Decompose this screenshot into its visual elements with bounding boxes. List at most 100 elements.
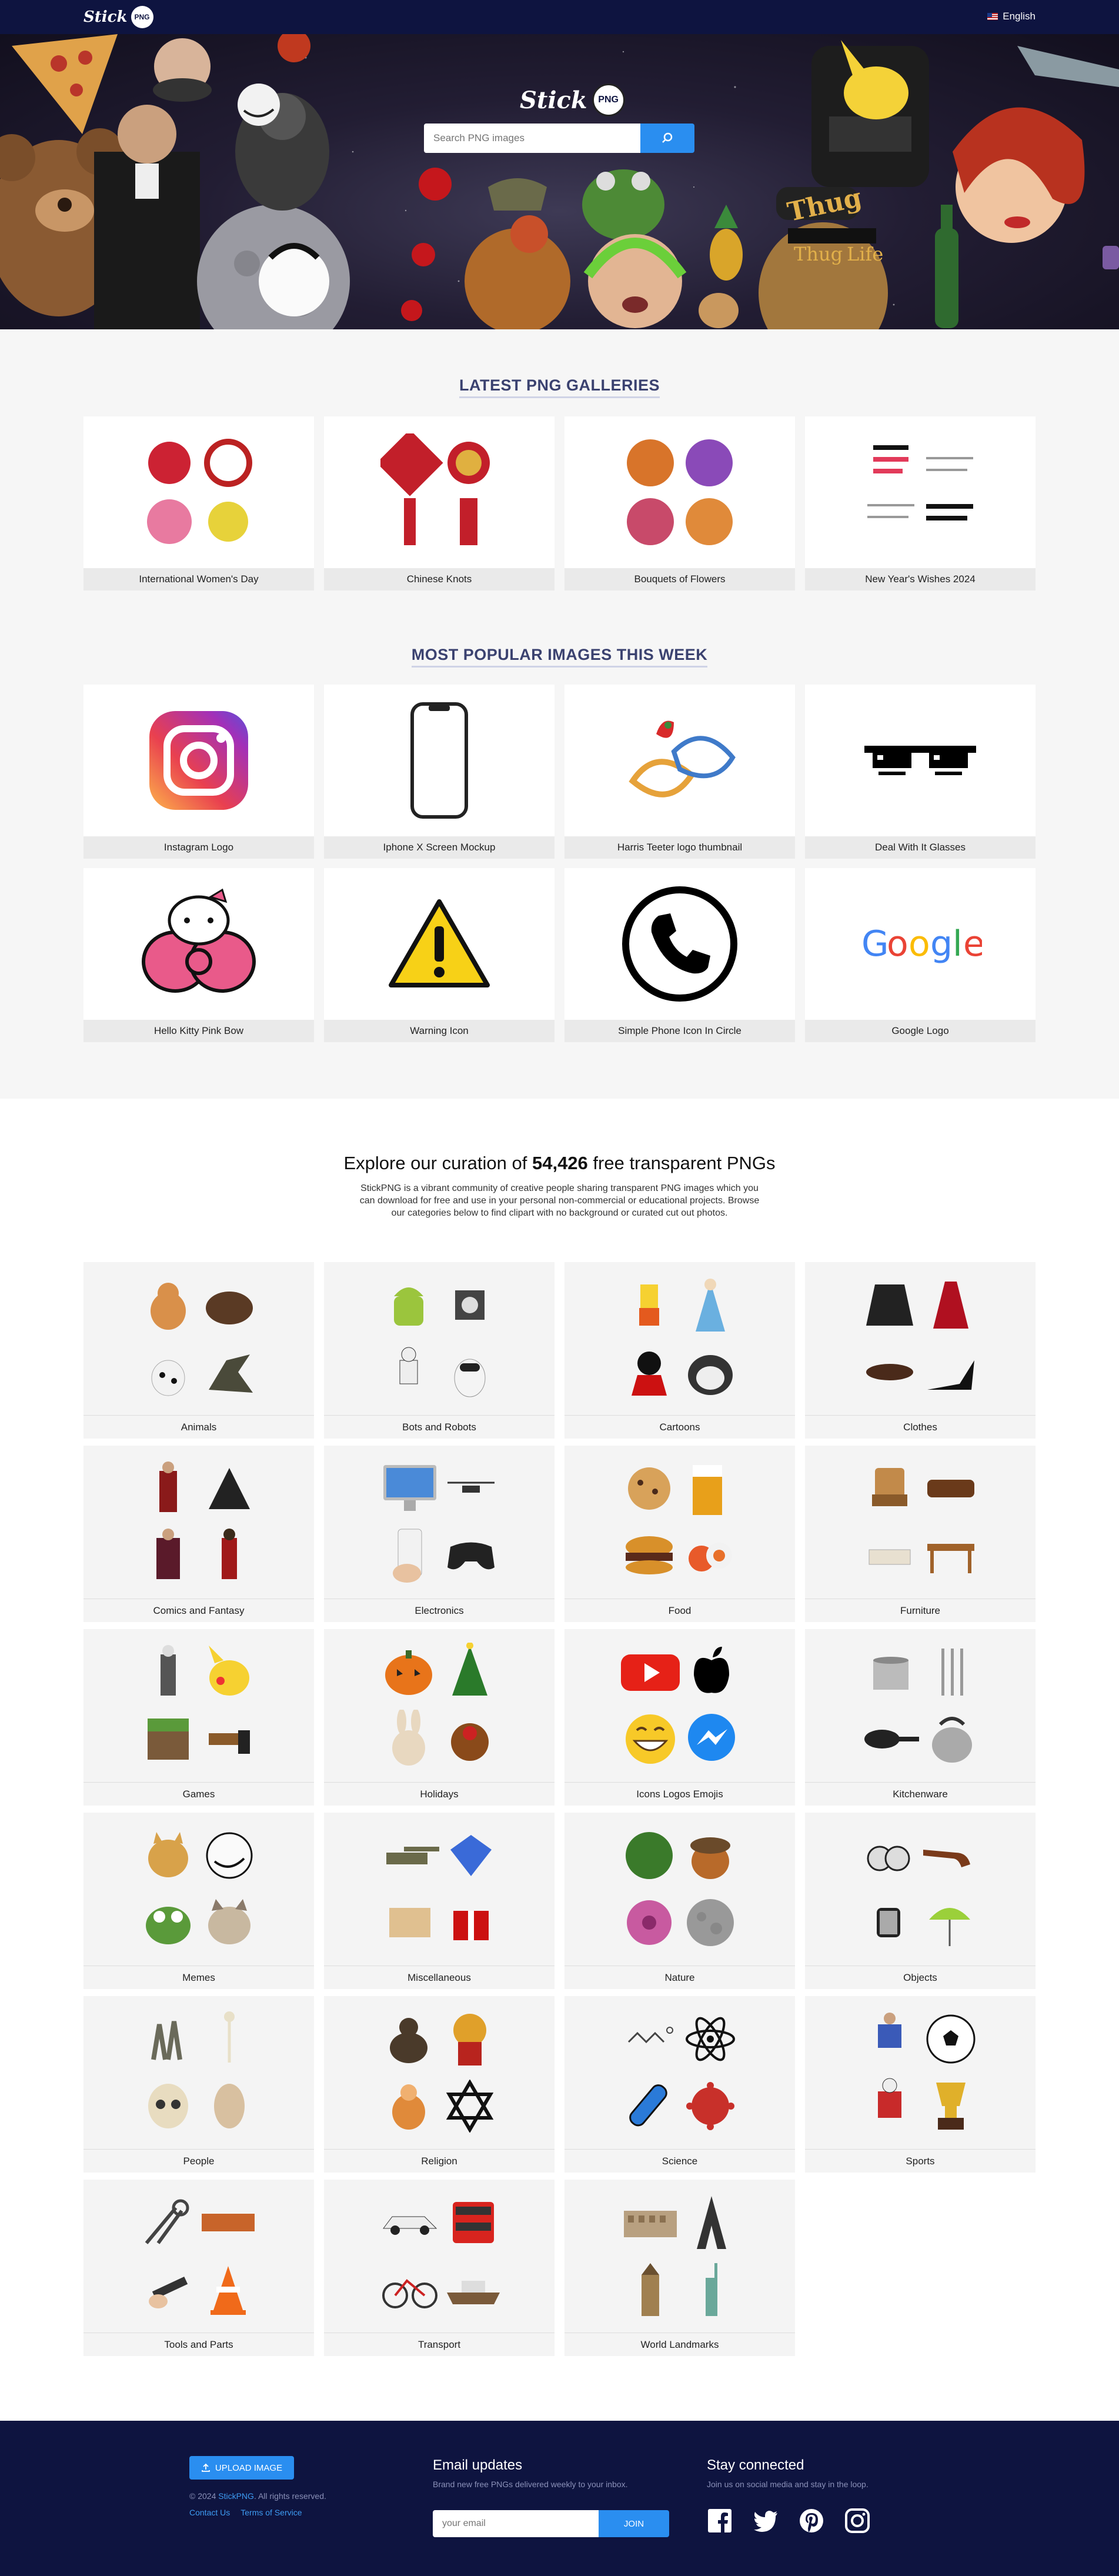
gallery-card[interactable]: Bouquets of Flowers <box>564 416 795 590</box>
rage-face-image <box>259 243 329 316</box>
email-input[interactable] <box>433 2510 599 2537</box>
explore-intro: Explore our curation of 54,426 free tran… <box>0 1153 1119 1219</box>
hello-kitty-bow-image <box>142 888 256 993</box>
category-card-kitchenware[interactable]: Kitchenware <box>805 1629 1036 1806</box>
category-label: People <box>83 2149 314 2173</box>
category-card-electronics[interactable]: Electronics <box>324 1446 555 1622</box>
category-card-animals[interactable]: Animals <box>83 1262 314 1439</box>
popular-card[interactable]: Warning Icon <box>324 868 555 1042</box>
apple-icon <box>694 1647 729 1693</box>
social-links <box>707 2508 870 2534</box>
category-card-miscellaneous[interactable]: Miscellaneous <box>324 1813 555 1989</box>
hero-banner: Thug Thug Life Stick PNG <box>0 34 1119 329</box>
search-button[interactable] <box>640 124 694 153</box>
phone-circle-icon <box>622 886 737 1002</box>
gallery-thumb <box>564 416 795 568</box>
bouquets-image <box>627 439 733 545</box>
copyright: © 2024 StickPNG. All rights reserved. <box>189 2491 326 2501</box>
site-logo[interactable]: Stick PNG <box>83 6 153 28</box>
category-card-science[interactable]: Science <box>564 1996 795 2173</box>
category-label: Sports <box>805 2149 1036 2173</box>
beer-bottle-image <box>935 205 958 328</box>
instagram-logo-icon <box>149 711 248 810</box>
category-card-holidays[interactable]: Holidays <box>324 1629 555 1806</box>
search-bar <box>424 124 694 153</box>
gallery-card[interactable]: Chinese Knots <box>324 416 555 590</box>
category-card-food[interactable]: Food <box>564 1446 795 1622</box>
category-label: Nature <box>564 1966 795 1989</box>
popular-card[interactable]: Instagram Logo <box>83 685 314 859</box>
stay-connected-subtitle: Join us on social media and stay in the … <box>707 2480 869 2489</box>
category-label: World Landmarks <box>564 2333 795 2356</box>
category-card-nature[interactable]: Nature <box>564 1813 795 1989</box>
hero-collage: Thug Thug Life <box>0 34 1119 329</box>
rooster-image <box>465 178 570 329</box>
category-card-objects[interactable]: Objects <box>805 1813 1036 1989</box>
pineapple-image <box>710 205 743 281</box>
popular-card[interactable]: Google Google Logo <box>805 868 1036 1042</box>
category-card-cartoons[interactable]: Cartoons <box>564 1262 795 1439</box>
category-card-bots-and-robots[interactable]: Bots and Robots <box>324 1262 555 1439</box>
gallery-label: New Year's Wishes 2024 <box>805 568 1036 590</box>
footer-links: Contact Us Terms of Service <box>189 2508 302 2517</box>
category-card-comics-and-fantasy[interactable]: Comics and Fantasy <box>83 1446 314 1622</box>
category-label: Holidays <box>324 1782 555 1806</box>
gallery-card[interactable]: New Year's Wishes 2024 <box>805 416 1036 590</box>
category-label: Electronics <box>324 1599 555 1622</box>
contact-us-link[interactable]: Contact Us <box>189 2508 230 2517</box>
join-button[interactable]: JOIN <box>599 2510 669 2537</box>
pizza-image <box>12 34 118 134</box>
gallery-thumb <box>83 416 314 568</box>
instagram-icon[interactable] <box>844 2508 870 2534</box>
category-card-world-landmarks[interactable]: World Landmarks <box>564 2180 795 2356</box>
upload-icon <box>201 2463 210 2472</box>
popular-card[interactable]: Hello Kitty Pink Bow <box>83 868 314 1042</box>
gallery-card[interactable]: International Women's Day <box>83 416 314 590</box>
language-selector[interactable]: English <box>987 11 1036 22</box>
popular-label: Harris Teeter logo thumbnail <box>564 836 795 859</box>
face-meme-image <box>153 38 212 102</box>
eiffel-tower-icon <box>697 2196 726 2249</box>
upload-image-button[interactable]: UPLOAD IMAGE <box>189 2456 294 2480</box>
category-card-sports[interactable]: Sports <box>805 1996 1036 2173</box>
frog-image <box>582 169 664 240</box>
category-card-transport[interactable]: Transport <box>324 2180 555 2356</box>
facebook-icon[interactable] <box>707 2508 733 2534</box>
pinterest-icon[interactable] <box>799 2508 824 2534</box>
troll-face-image <box>238 84 280 126</box>
category-label: Tools and Parts <box>83 2333 314 2356</box>
category-card-religion[interactable]: Religion <box>324 1996 555 2173</box>
person-headphones-image <box>583 234 687 328</box>
popular-card[interactable]: Iphone X Screen Mockup <box>324 685 555 859</box>
gallery-thumb <box>805 416 1036 568</box>
category-card-memes[interactable]: Memes <box>83 1813 314 1989</box>
terms-of-service-link[interactable]: Terms of Service <box>240 2508 302 2517</box>
pinup-woman-image <box>953 107 1085 243</box>
galleries-title: LATEST PNG GALLERIES <box>0 376 1119 398</box>
category-card-icons-logos-emojis[interactable]: Icons Logos Emojis <box>564 1629 795 1806</box>
category-label: Clothes <box>805 1415 1036 1439</box>
explore-description: StickPNG is a vibrant community of creat… <box>359 1183 760 1218</box>
category-label: Furniture <box>805 1599 1036 1622</box>
popular-card[interactable]: Deal With It Glasses <box>805 685 1036 859</box>
category-card-clothes[interactable]: Clothes <box>805 1262 1036 1439</box>
brand-link[interactable]: StickPNG <box>218 2491 254 2501</box>
popular-label: Google Logo <box>805 1020 1036 1042</box>
category-label: Memes <box>83 1966 314 1989</box>
search-icon <box>662 132 673 143</box>
popular-card[interactable]: Simple Phone Icon In Circle <box>564 868 795 1042</box>
popular-card[interactable]: Harris Teeter logo thumbnail <box>564 685 795 859</box>
category-label: Food <box>564 1599 795 1622</box>
search-input[interactable] <box>424 124 640 153</box>
category-card-games[interactable]: Games <box>83 1629 314 1806</box>
roses-image <box>401 168 452 321</box>
twitter-icon[interactable] <box>753 2508 779 2534</box>
youtube-icon <box>621 1654 680 1691</box>
womens-day-flowers-image <box>147 439 252 544</box>
category-card-people[interactable]: People <box>83 1996 314 2173</box>
gallery-thumb <box>324 416 555 568</box>
category-card-furniture[interactable]: Furniture <box>805 1446 1036 1622</box>
hero-logo: Stick PNG <box>520 84 625 116</box>
category-card-tools-and-parts[interactable]: Tools and Parts <box>83 2180 314 2356</box>
email-updates-title: Email updates <box>433 2457 523 2473</box>
